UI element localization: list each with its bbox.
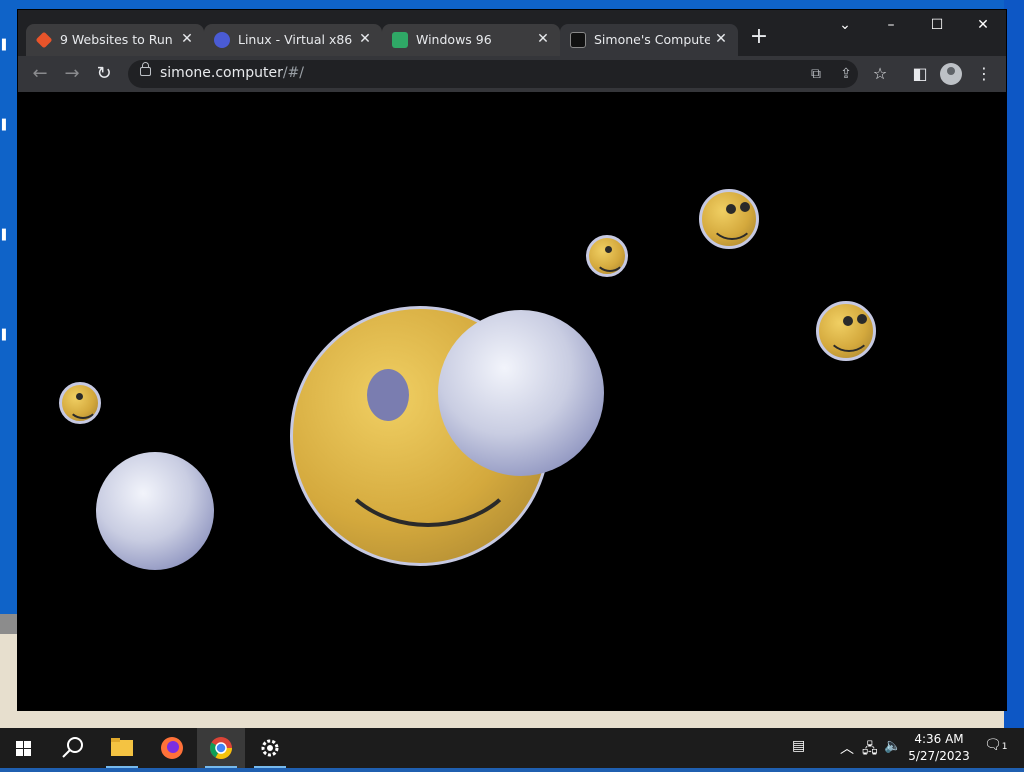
url-path: /#/ <box>282 65 305 81</box>
firefox-button[interactable] <box>148 728 196 768</box>
tab-9-websites[interactable]: 9 Websites to Run Linux ✕ <box>26 24 204 56</box>
maximize-button[interactable]: ☐ <box>914 10 960 40</box>
green-grid-icon <box>392 32 408 48</box>
windows-start-icon <box>16 741 31 756</box>
search-button[interactable] <box>48 728 96 768</box>
tab-linux-virtual-x86[interactable]: Linux - Virtual x86 ✕ <box>204 24 382 56</box>
page-canvas[interactable] <box>18 94 1006 710</box>
profile-avatar[interactable] <box>940 63 962 85</box>
tab-simones-computer[interactable]: Simone's Computer ✕ <box>560 24 738 56</box>
smiley-mouth <box>68 393 98 419</box>
blue-creature-icon <box>214 32 230 48</box>
tab-title: Linux - Virtual x86 <box>238 32 353 47</box>
browser-window: 9 Websites to Run Linux ✕ Linux - Virtua… <box>18 10 1006 710</box>
chrome-icon <box>210 737 232 759</box>
share-icon[interactable]: ⇪ <box>836 64 856 84</box>
close-icon[interactable]: ✕ <box>712 30 730 48</box>
file-explorer-button[interactable] <box>98 728 146 768</box>
small-smiley-ball <box>59 382 101 424</box>
browser-toolbar: ← → ↻ simone.computer/#/ ⧉ ⇪ ☆ ◧ ⋮ <box>18 56 1006 92</box>
reload-button[interactable]: ↻ <box>92 62 116 86</box>
side-panel-icon[interactable]: ◧ <box>908 62 932 86</box>
bookmark-star-icon[interactable]: ☆ <box>868 62 892 86</box>
white-ball <box>438 310 604 476</box>
small-smiley-ball <box>586 235 628 277</box>
close-icon[interactable]: ✕ <box>356 30 374 48</box>
close-icon[interactable]: ✕ <box>178 30 196 48</box>
url-text[interactable]: simone.computer/#/ <box>160 65 304 81</box>
smiley-mouth <box>827 314 871 352</box>
clock-time: 4:36 AM <box>914 732 964 746</box>
volume-muted-icon[interactable]: 🔈 <box>884 738 901 754</box>
search-icon <box>62 737 83 758</box>
start-button[interactable] <box>0 728 48 768</box>
white-ball <box>96 452 214 570</box>
tab-windows-96[interactable]: Windows 96 ✕ <box>382 24 560 56</box>
tab-search-button[interactable]: ⌄ <box>822 10 868 40</box>
chevron-up-icon[interactable]: ︿ <box>840 738 854 758</box>
orange-diamond-icon <box>35 31 53 49</box>
news-widget-icon[interactable]: ▤ <box>792 738 805 754</box>
clock[interactable]: 4:36 AM 5/27/2023 <box>904 731 974 765</box>
menu-icon[interactable]: ⋮ <box>972 62 996 86</box>
network-icon[interactable]: 🖧 <box>862 738 878 762</box>
url-host: simone.computer <box>160 65 283 81</box>
forward-button[interactable]: → <box>60 62 84 86</box>
small-smiley-ball <box>816 301 876 361</box>
tab-title: Windows 96 <box>416 32 492 47</box>
new-tab-button[interactable]: + <box>745 24 773 52</box>
minimize-button[interactable]: – <box>868 10 914 40</box>
clock-date: 5/27/2023 <box>908 749 970 763</box>
close-icon[interactable]: ✕ <box>534 30 552 48</box>
tab-title: 9 Websites to Run Linux <box>60 32 176 47</box>
file-explorer-icon <box>111 738 133 756</box>
smiley-mouth <box>595 246 625 272</box>
address-bar[interactable]: simone.computer/#/ ⧉ ⇪ <box>128 60 858 88</box>
back-button[interactable]: ← <box>28 62 52 86</box>
tab-strip: 9 Websites to Run Linux ✕ Linux - Virtua… <box>18 10 1006 56</box>
taskbar: ▤ ︿ 🖧 🔈 4:36 AM 5/27/2023 🗨1 <box>0 728 1024 768</box>
settings-icon <box>261 739 279 757</box>
lock-icon[interactable] <box>140 62 151 76</box>
black-square-icon <box>570 32 586 48</box>
smiley-mouth <box>710 202 754 240</box>
notification-icon[interactable]: 🗨1 <box>984 737 1008 753</box>
tab-title: Simone's Computer <box>594 32 710 47</box>
small-smiley-ball <box>699 189 759 249</box>
close-window-button[interactable]: ✕ <box>960 10 1006 40</box>
notification-count: 1 <box>1001 742 1008 752</box>
desktop-edge <box>1004 0 1024 728</box>
desktop-icons-column[interactable]: ▌ ▌ ▌ ▌ <box>0 30 20 430</box>
open-in-app-icon[interactable]: ⧉ <box>806 64 826 84</box>
settings-button[interactable] <box>246 728 294 768</box>
firefox-icon <box>161 737 183 759</box>
chrome-button[interactable] <box>197 728 245 768</box>
